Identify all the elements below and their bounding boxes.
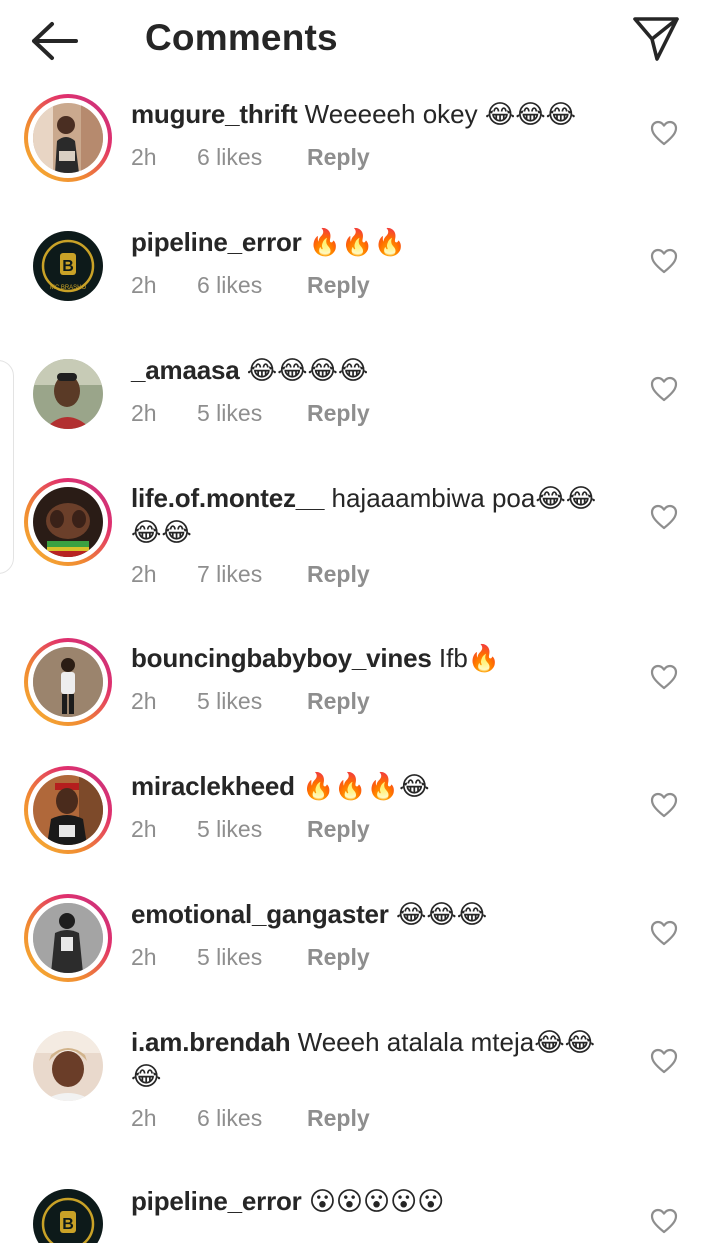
- comment-body: 😂😂😂😂: [246, 355, 369, 385]
- avatar-badge-letter: B: [62, 1216, 74, 1233]
- back-button[interactable]: [26, 18, 82, 64]
- heart-outline-icon[interactable]: [650, 376, 678, 402]
- comment-text: mugure_thrift Weeeeeh okey 😂😂😂: [131, 97, 621, 131]
- reply-button[interactable]: Reply: [307, 816, 370, 843]
- comment-likes[interactable]: 7 likes: [197, 561, 262, 588]
- side-drawer-handle[interactable]: [0, 360, 14, 574]
- comment-username[interactable]: emotional_gangaster: [131, 899, 389, 929]
- avatar[interactable]: [24, 894, 112, 982]
- avatar[interactable]: [24, 94, 112, 182]
- comment-text: pipeline_error 🔥🔥🔥: [131, 225, 621, 259]
- heart-outline-icon[interactable]: [650, 920, 678, 946]
- comment-body: 🔥🔥🔥: [308, 227, 406, 257]
- comment-text: life.of.montez__ hajaaambiwa poa😂😂😂😂: [131, 481, 621, 549]
- comment-username[interactable]: _amaasa: [131, 355, 240, 385]
- heart-outline-icon[interactable]: [650, 1048, 678, 1074]
- comment-likes[interactable]: 5 likes: [197, 944, 262, 971]
- avatar-badge-caption: MC BRASHO: [50, 285, 87, 291]
- reply-button[interactable]: Reply: [307, 561, 370, 588]
- comment-text: bouncingbabyboy_vines Ifb🔥: [131, 641, 621, 675]
- comment-username[interactable]: i.am.brendah: [131, 1027, 291, 1057]
- comment-time: 2h: [131, 688, 157, 714]
- comments-screen: Comments mugure_thrift Weeeeeh okey 😂😂😂 …: [0, 0, 719, 1243]
- send-paper-plane-icon: [633, 17, 679, 61]
- avatar[interactable]: [24, 638, 112, 726]
- comment-body: Ifb🔥: [438, 643, 501, 673]
- comment-username[interactable]: pipeline_error: [131, 227, 302, 257]
- avatar[interactable]: [24, 1022, 112, 1110]
- avatar-badge-letter: B: [62, 258, 74, 275]
- comment-time: 2h: [131, 944, 157, 970]
- comment-time: 2h: [131, 144, 157, 170]
- comment-body: 😮😮😮😮😮: [308, 1186, 445, 1216]
- comment-text: emotional_gangaster 😂😂😂: [131, 897, 621, 931]
- reply-button[interactable]: Reply: [307, 688, 370, 715]
- heart-outline-icon[interactable]: [650, 504, 678, 530]
- comment-username[interactable]: life.of.montez__: [131, 483, 324, 513]
- reply-button[interactable]: Reply: [307, 272, 370, 299]
- comment-body: Weeeeeh okey 😂😂😂: [304, 99, 576, 129]
- comment-likes[interactable]: 5 likes: [197, 816, 262, 843]
- reply-button[interactable]: Reply: [307, 144, 370, 171]
- page-title: Comments: [145, 17, 338, 58]
- header-bar: Comments: [0, 0, 719, 82]
- comment-username[interactable]: mugure_thrift: [131, 99, 298, 129]
- comment-time: 2h: [131, 816, 157, 842]
- comment-text: miraclekheed 🔥🔥🔥😂: [131, 769, 621, 803]
- comment-username[interactable]: miraclekheed: [131, 771, 295, 801]
- avatar[interactable]: [24, 478, 112, 566]
- comment-likes[interactable]: 5 likes: [197, 688, 262, 715]
- heart-outline-icon[interactable]: [650, 792, 678, 818]
- comment-text: i.am.brendah Weeeh atalala mteja😂😂😂: [131, 1025, 621, 1093]
- avatar[interactable]: B MC BRASHO: [24, 222, 112, 310]
- comment-time: 2h: [131, 400, 157, 426]
- comment-likes[interactable]: 6 likes: [197, 272, 262, 299]
- reply-button[interactable]: Reply: [307, 944, 370, 971]
- comment-text: pipeline_error 😮😮😮😮😮: [131, 1184, 621, 1218]
- heart-outline-icon[interactable]: [650, 1208, 678, 1234]
- comment-text: _amaasa 😂😂😂😂: [131, 353, 621, 387]
- heart-outline-icon[interactable]: [650, 248, 678, 274]
- comment-body: 😂😂😂: [395, 899, 488, 929]
- arrow-left-icon: [32, 22, 78, 60]
- comment-body: 🔥🔥🔥😂: [302, 771, 430, 801]
- heart-outline-icon[interactable]: [650, 120, 678, 146]
- comment-likes[interactable]: 6 likes: [197, 1105, 262, 1132]
- reply-button[interactable]: Reply: [307, 1105, 370, 1132]
- comment-time: 2h: [131, 272, 157, 298]
- comment-likes[interactable]: 6 likes: [197, 144, 262, 171]
- comment-likes[interactable]: 5 likes: [197, 400, 262, 427]
- avatar[interactable]: [24, 350, 112, 438]
- comment-username[interactable]: bouncingbabyboy_vines: [131, 643, 432, 673]
- comment-username[interactable]: pipeline_error: [131, 1186, 302, 1216]
- avatar[interactable]: B: [24, 1180, 112, 1243]
- send-button[interactable]: [630, 15, 682, 63]
- comment-time: 2h: [131, 1105, 157, 1131]
- heart-outline-icon[interactable]: [650, 664, 678, 690]
- reply-button[interactable]: Reply: [307, 400, 370, 427]
- avatar[interactable]: [24, 766, 112, 854]
- comment-time: 2h: [131, 561, 157, 587]
